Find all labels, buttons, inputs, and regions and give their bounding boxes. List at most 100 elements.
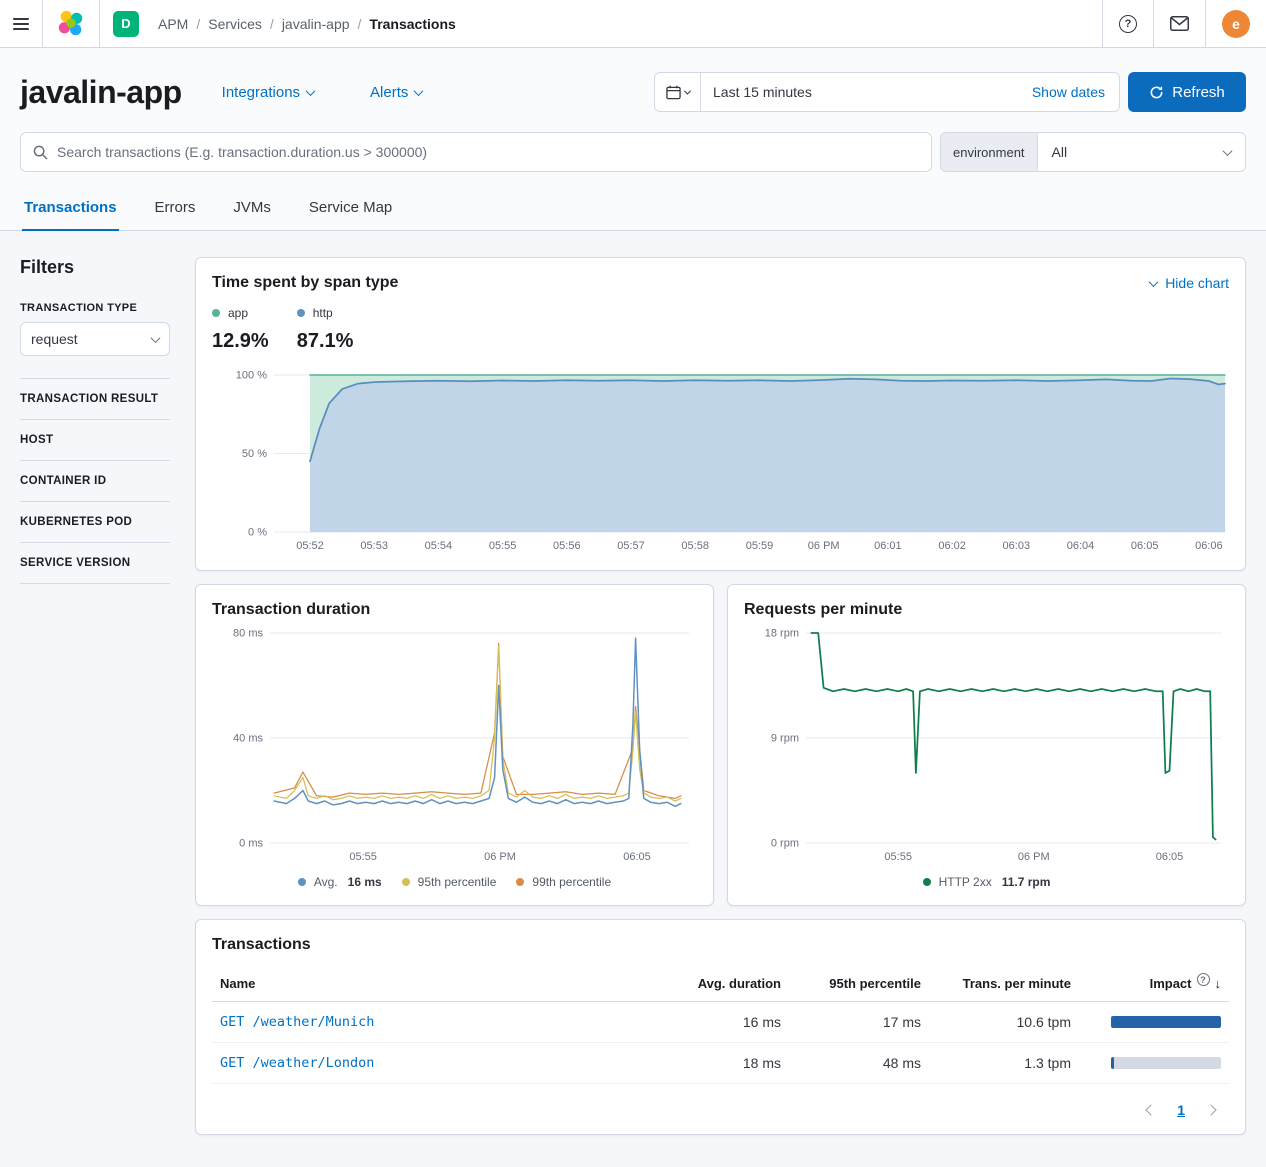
tab-jvms[interactable]: JVMs: [231, 188, 273, 231]
time-range-value[interactable]: Last 15 minutes: [701, 84, 824, 100]
svg-text:06:05: 06:05: [623, 851, 651, 863]
environment-filter: environment All: [940, 132, 1246, 172]
search-box: [20, 132, 932, 172]
breadcrumb-services[interactable]: Services: [208, 16, 262, 32]
column-header-avg-duration[interactable]: Avg. duration: [659, 968, 789, 1002]
svg-text:06 PM: 06 PM: [808, 540, 840, 552]
span-type-title: Time spent by span type: [212, 274, 398, 292]
transactions-table: Name Avg. duration 95th percentile Trans…: [212, 968, 1229, 1084]
transactions-card: Transactions Name Avg. duration 95th per…: [195, 919, 1246, 1135]
pagination: 1: [212, 1102, 1229, 1118]
filter-section-container-id[interactable]: CONTAINER ID: [20, 460, 170, 501]
svg-text:50 %: 50 %: [242, 448, 267, 460]
filter-section-transaction-result[interactable]: TRANSACTION RESULT: [20, 378, 170, 419]
svg-text:100 %: 100 %: [236, 370, 267, 382]
transaction-duration-chart[interactable]: 0 ms40 ms80 ms05:5506 PM06:05: [212, 627, 697, 865]
legend-item-app[interactable]: app: [212, 306, 269, 320]
space-selector[interactable]: D: [100, 0, 152, 47]
svg-text:06 PM: 06 PM: [484, 851, 516, 863]
page-title: javalin-app: [20, 74, 182, 111]
svg-text:05:55: 05:55: [884, 851, 912, 863]
legend-label: 99th percentile: [532, 875, 611, 889]
filters-title: Filters: [20, 257, 170, 278]
svg-text:05:55: 05:55: [349, 851, 377, 863]
column-header-95th[interactable]: 95th percentile: [789, 968, 929, 1002]
filter-section-kubernetes-pod[interactable]: KUBERNETES POD: [20, 501, 170, 542]
filter-section-service-version[interactable]: SERVICE VERSION: [20, 542, 170, 584]
space-badge[interactable]: D: [113, 11, 139, 37]
column-header-impact[interactable]: Impact ? ↓: [1150, 976, 1221, 991]
transaction-link-munich[interactable]: GET /weather/Munich: [212, 1002, 659, 1043]
legend-label: app: [228, 306, 248, 320]
legend-label: HTTP 2xx: [939, 875, 992, 889]
next-page-icon[interactable]: [1205, 1104, 1216, 1115]
svg-text:06:02: 06:02: [938, 540, 966, 552]
hamburger-icon[interactable]: [13, 18, 29, 30]
svg-text:0 ms: 0 ms: [239, 838, 263, 850]
refresh-icon: [1149, 85, 1164, 100]
breadcrumb: APM / Services / javalin-app / Transacti…: [152, 16, 456, 32]
svg-text:06:05: 06:05: [1156, 851, 1184, 863]
requests-per-minute-card: Requests per minute 0 rpm9 rpm18 rpm05:5…: [727, 584, 1246, 906]
legend-item-95th[interactable]: 95th percentile: [402, 875, 497, 889]
column-header-name[interactable]: Name: [212, 968, 659, 1002]
legend-item-99th[interactable]: 99th percentile: [516, 875, 611, 889]
tab-service-map[interactable]: Service Map: [307, 188, 394, 231]
user-menu[interactable]: e: [1205, 0, 1266, 47]
elastic-logo-icon: [56, 9, 86, 39]
show-dates-link[interactable]: Show dates: [1032, 84, 1119, 100]
user-avatar[interactable]: e: [1222, 10, 1250, 38]
svg-text:06:05: 06:05: [1131, 540, 1159, 552]
impact-info-icon[interactable]: ?: [1197, 973, 1210, 986]
svg-text:80 ms: 80 ms: [233, 628, 263, 640]
newsfeed-button[interactable]: [1153, 0, 1205, 47]
elastic-logo[interactable]: [43, 0, 99, 47]
environment-select[interactable]: All: [1038, 133, 1245, 171]
svg-text:05:58: 05:58: [681, 540, 709, 552]
filter-section-host[interactable]: HOST: [20, 419, 170, 460]
svg-text:05:54: 05:54: [425, 540, 453, 552]
search-icon: [33, 145, 48, 160]
hide-chart-link[interactable]: Hide chart: [1150, 275, 1229, 291]
breadcrumb-service-name[interactable]: javalin-app: [282, 16, 350, 32]
impact-cell: [1079, 1002, 1229, 1043]
search-input[interactable]: [57, 144, 919, 160]
tab-errors[interactable]: Errors: [153, 188, 198, 231]
legend-label: 95th percentile: [418, 875, 497, 889]
quick-select-menu[interactable]: [655, 73, 701, 111]
environment-value: All: [1052, 144, 1068, 160]
legend-dot: [212, 309, 220, 317]
menu-toggle[interactable]: [0, 0, 42, 47]
transaction-type-select[interactable]: request: [20, 322, 170, 356]
chevron-down-icon: [683, 87, 690, 94]
calendar-icon: [666, 85, 681, 100]
help-button[interactable]: ?: [1102, 0, 1153, 47]
table-row: GET /weather/Munich 16 ms 17 ms 10.6 tpm: [212, 1002, 1229, 1043]
previous-page-icon[interactable]: [1146, 1104, 1157, 1115]
integrations-label: Integrations: [222, 84, 300, 101]
transaction-duration-card: Transaction duration 0 ms40 ms80 ms05:55…: [195, 584, 714, 906]
alerts-dropdown[interactable]: Alerts: [370, 84, 422, 101]
transaction-duration-title: Transaction duration: [212, 601, 697, 619]
legend-label: Avg.: [314, 875, 338, 889]
mail-icon: [1170, 16, 1189, 31]
requests-per-minute-chart[interactable]: 0 rpm9 rpm18 rpm05:5506 PM06:05: [744, 627, 1229, 865]
svg-text:18 rpm: 18 rpm: [765, 628, 799, 640]
breadcrumb-apm[interactable]: APM: [158, 16, 188, 32]
tab-transactions[interactable]: Transactions: [22, 188, 119, 231]
legend-item-http[interactable]: http: [297, 306, 354, 320]
svg-text:06:01: 06:01: [874, 540, 902, 552]
integrations-dropdown[interactable]: Integrations: [222, 84, 314, 101]
svg-text:0 %: 0 %: [248, 527, 267, 539]
span-type-chart[interactable]: 0 %50 %100 %05:5205:5305:5405:5505:5605:…: [212, 369, 1229, 554]
legend-item-http2xx[interactable]: HTTP 2xx 11.7 rpm: [923, 875, 1051, 889]
transaction-link-london[interactable]: GET /weather/London: [212, 1043, 659, 1084]
breadcrumb-separator: /: [196, 16, 200, 32]
legend-item-avg[interactable]: Avg. 16 ms: [298, 875, 382, 889]
svg-text:06 PM: 06 PM: [1018, 851, 1050, 863]
legend-dot: [297, 309, 305, 317]
svg-text:05:55: 05:55: [489, 540, 517, 552]
page-number-1[interactable]: 1: [1177, 1102, 1185, 1118]
column-header-tpm[interactable]: Trans. per minute: [929, 968, 1079, 1002]
refresh-button[interactable]: Refresh: [1128, 72, 1246, 112]
